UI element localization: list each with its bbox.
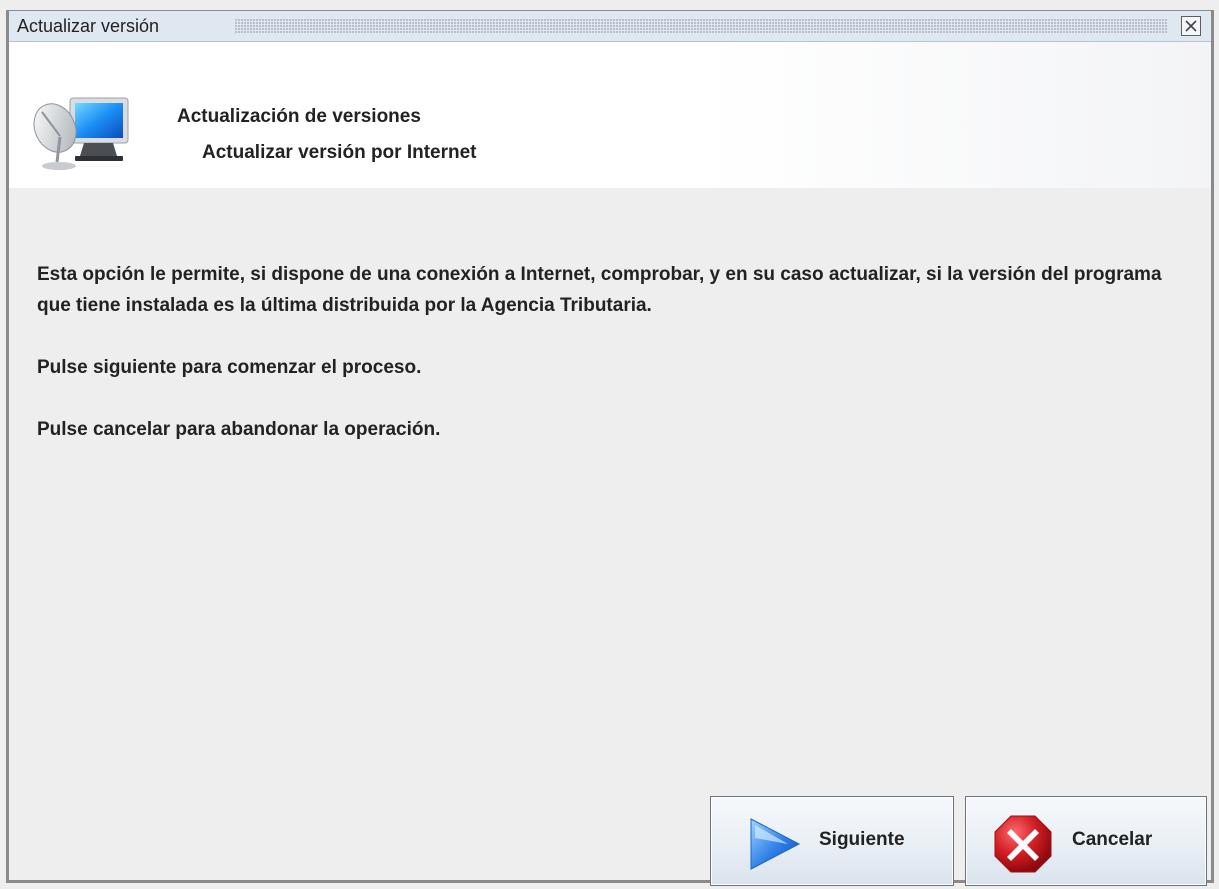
dialog-header: Actualización de versiones Actualizar ve… (9, 42, 1211, 188)
cancel-button[interactable]: Cancelar (965, 796, 1207, 886)
cancel-icon (994, 815, 1052, 873)
play-arrow-icon (750, 818, 801, 870)
cancel-instruction: Pulse cancelar para abandonar la operaci… (37, 419, 441, 440)
next-instruction: Pulse siguiente para comenzar el proceso… (37, 357, 422, 378)
title-bar[interactable]: Actualizar versión (9, 11, 1211, 42)
paragraph-spacing (37, 383, 1197, 414)
next-button[interactable]: Siguiente (710, 796, 954, 886)
monitor-satellite-icon (33, 97, 129, 170)
update-version-dialog: Actualizar versión Actualización de vers… (6, 10, 1214, 886)
description-paragraph: Esta opción le permite, si dispone de un… (37, 264, 1162, 316)
next-button-label: Siguiente (819, 829, 905, 850)
close-button[interactable] (1181, 16, 1201, 36)
paragraph-spacing (37, 321, 1197, 352)
cancel-button-label: Cancelar (1072, 829, 1153, 850)
header-title: Actualización de versiones (177, 106, 421, 127)
header-subtitle: Actualizar versión por Internet (202, 142, 477, 163)
window-title: Actualizar versión (17, 16, 160, 36)
title-bar-pattern (235, 19, 1167, 33)
instructions-content: Esta opción le permite, si dispone de un… (37, 259, 1197, 445)
close-icon (1185, 20, 1197, 32)
